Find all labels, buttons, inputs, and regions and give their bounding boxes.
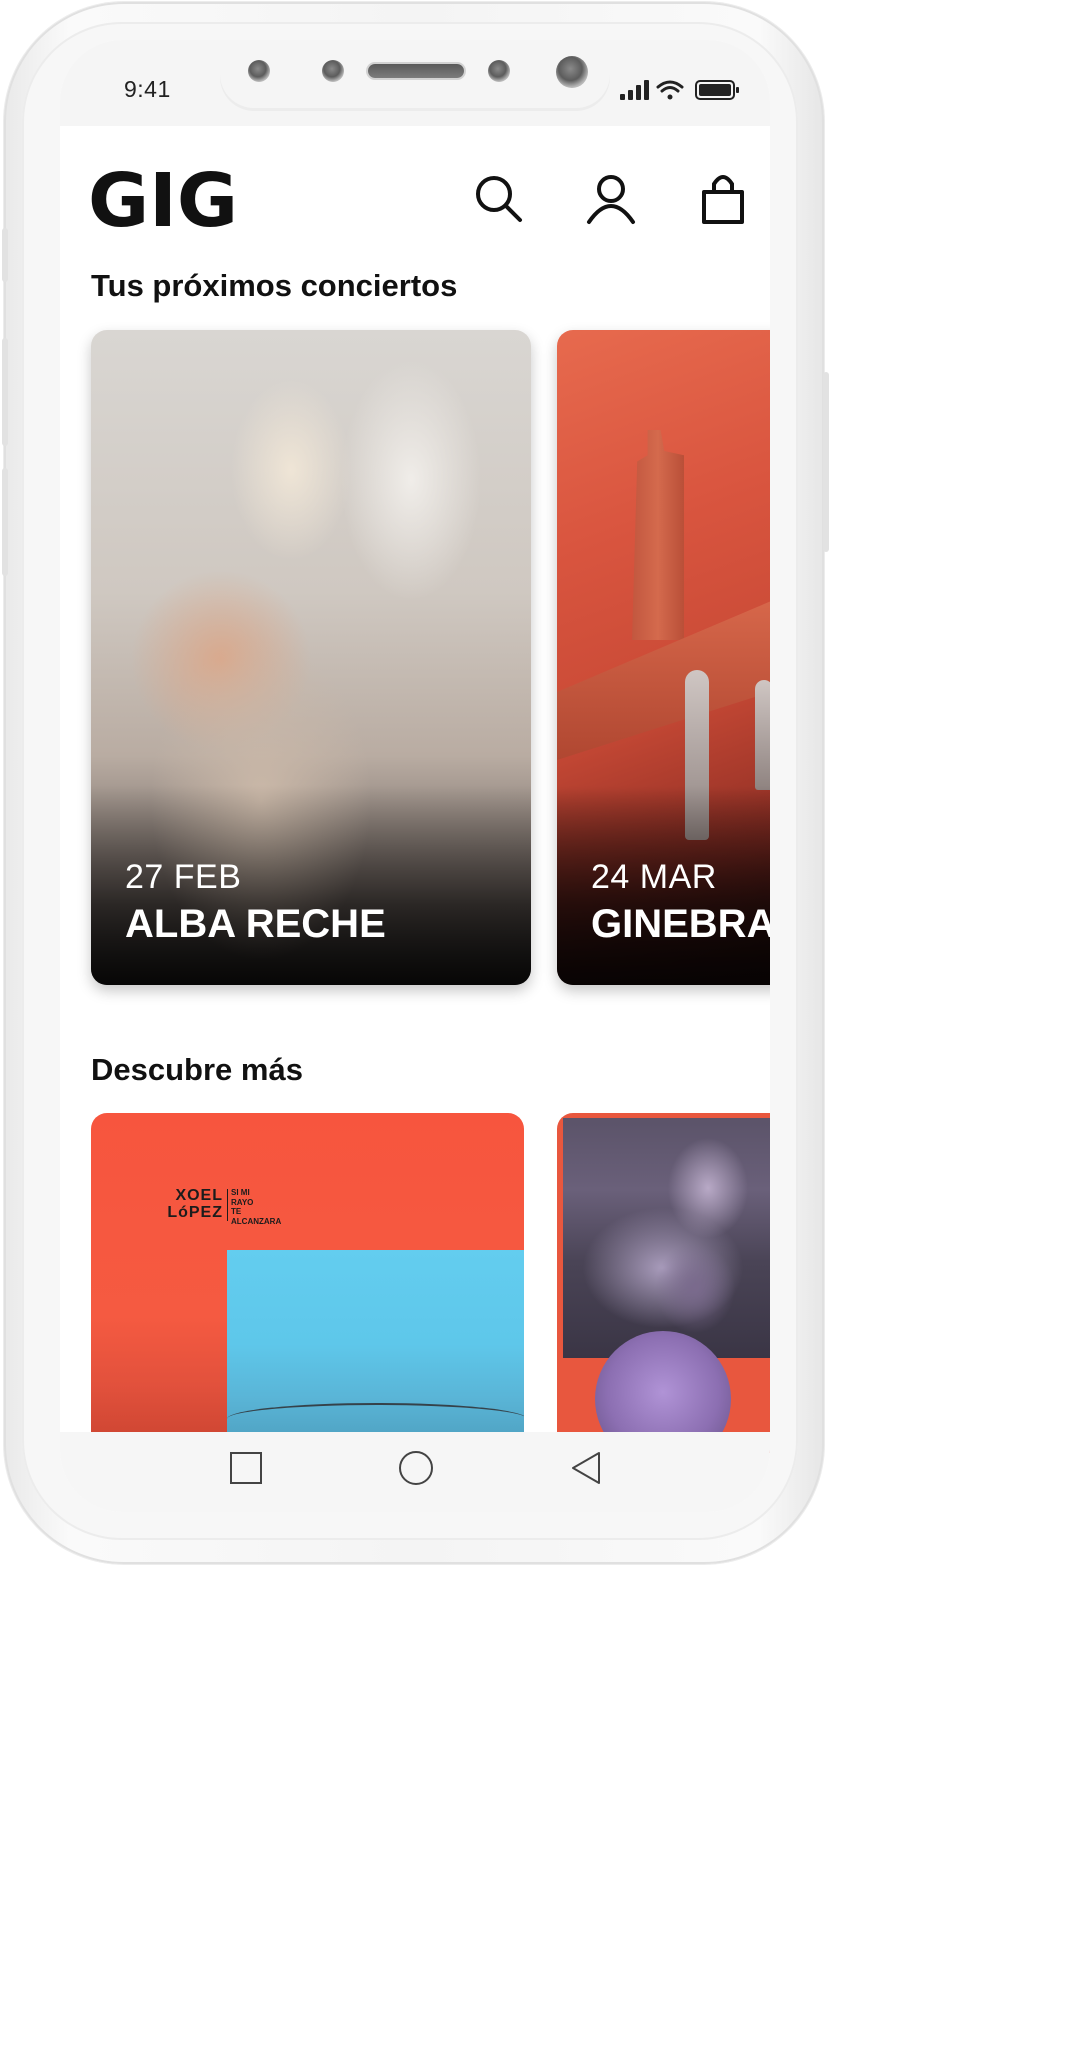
discover-album-card[interactable] bbox=[557, 1113, 770, 1453]
status-bar: 9:41 bbox=[60, 40, 770, 126]
shopping-bag-icon bbox=[702, 175, 744, 224]
cellular-signal-icon bbox=[620, 80, 649, 100]
discover-album-card[interactable]: XOEL LóPEZ SI MI RAYO TE ALCANZARA bbox=[91, 1113, 524, 1453]
app-logo[interactable]: GIG bbox=[88, 158, 238, 244]
phone-mute-switch bbox=[2, 228, 8, 282]
search-button[interactable] bbox=[472, 172, 526, 226]
wifi-icon bbox=[656, 80, 684, 100]
battery-icon bbox=[695, 80, 739, 100]
artwork-tower bbox=[632, 430, 684, 640]
search-icon bbox=[476, 176, 522, 222]
concert-artist: ALBA RECHE bbox=[125, 902, 386, 946]
home-button[interactable] bbox=[394, 1446, 438, 1490]
recents-square-icon bbox=[230, 1452, 262, 1484]
sensor-dot bbox=[488, 60, 510, 82]
concert-date: 24 MAR bbox=[591, 858, 717, 896]
album-photo-artwork bbox=[563, 1118, 770, 1358]
album-title: SI MI RAYO TE ALCANZARA bbox=[231, 1188, 282, 1226]
sensor-dot bbox=[322, 60, 344, 82]
home-circle-icon bbox=[399, 1451, 433, 1485]
concert-artist: GINEBRAS bbox=[591, 902, 770, 946]
system-nav-bar bbox=[60, 1432, 770, 1512]
concert-date: 27 FEB bbox=[125, 858, 242, 896]
concert-card[interactable]: 27 FEB ALBA RECHE bbox=[91, 330, 531, 985]
recents-button[interactable] bbox=[224, 1446, 268, 1490]
sensor-dot bbox=[248, 60, 270, 82]
user-icon bbox=[587, 175, 635, 224]
status-icons bbox=[620, 78, 744, 102]
upcoming-concerts-title: Tus próximos conciertos bbox=[91, 268, 458, 303]
earpiece-speaker bbox=[368, 64, 464, 78]
profile-button[interactable] bbox=[584, 172, 638, 226]
cart-button[interactable] bbox=[696, 172, 750, 226]
album-wire-artwork bbox=[227, 1403, 524, 1435]
album-artist-line: XOEL bbox=[175, 1187, 223, 1204]
album-divider bbox=[227, 1189, 228, 1221]
status-time: 9:41 bbox=[124, 76, 171, 102]
album-artist-logo: XOEL LóPEZ bbox=[161, 1187, 223, 1221]
app-screen: 9:41 GIG Tus próximos conciertos 27 FEB … bbox=[60, 40, 770, 1512]
concert-card[interactable]: 24 MAR GINEBRAS bbox=[557, 330, 770, 985]
artwork-figure bbox=[755, 680, 770, 790]
logo-text: GIG bbox=[88, 164, 238, 230]
phone-volume-up-button bbox=[2, 338, 8, 446]
back-button[interactable] bbox=[564, 1446, 608, 1490]
phone-volume-down-button bbox=[2, 468, 8, 576]
discover-more-title: Descubre más bbox=[91, 1052, 303, 1087]
album-artist-line: LóPEZ bbox=[167, 1204, 223, 1221]
phone-power-button bbox=[823, 372, 829, 552]
notch bbox=[220, 40, 610, 108]
front-camera bbox=[556, 56, 588, 88]
back-triangle-icon bbox=[572, 1452, 600, 1484]
